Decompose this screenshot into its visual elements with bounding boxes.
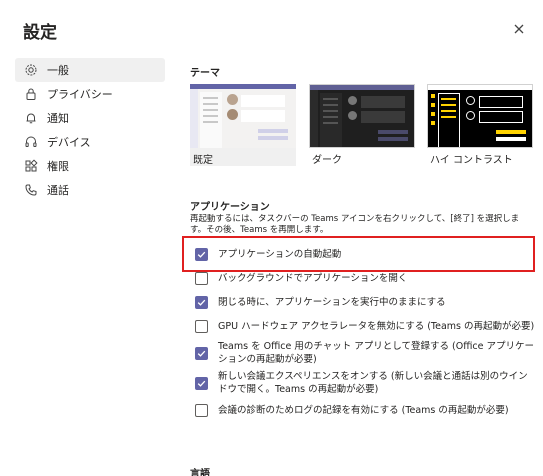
application-heading: アプリケーション: [190, 202, 270, 213]
sidebar-item-calls[interactable]: 通話: [15, 178, 165, 202]
sidebar-item-permissions[interactable]: 権限: [15, 154, 165, 178]
theme-preview-default: [190, 84, 296, 148]
checkbox-unchecked[interactable]: [195, 404, 208, 417]
checkbox-unchecked[interactable]: [195, 320, 208, 333]
theme-label-high-contrast: ハイ コントラスト: [430, 155, 513, 166]
option-register-chat-app[interactable]: Teams を Office 用のチャット アプリとして登録する (Office…: [195, 340, 536, 366]
apps-icon: [23, 158, 39, 174]
sidebar-item-privacy[interactable]: プライバシー: [15, 82, 165, 106]
close-icon[interactable]: [512, 21, 526, 35]
theme-option-dark[interactable]: ダーク: [309, 84, 415, 166]
gear-icon: [23, 62, 39, 78]
sidebar-item-label: 通知: [47, 112, 69, 125]
checkbox-checked[interactable]: [195, 296, 208, 309]
checkbox-unchecked[interactable]: [195, 272, 208, 285]
theme-option-high-contrast[interactable]: ハイ コントラスト: [427, 84, 533, 166]
dialog-title: 設定: [23, 23, 57, 43]
theme-preview-high-contrast: [427, 84, 533, 148]
headset-icon: [23, 134, 39, 150]
sidebar-item-label: 通話: [47, 184, 69, 197]
sidebar-item-label: 権限: [47, 160, 69, 173]
sidebar-item-general[interactable]: 一般: [15, 58, 165, 82]
settings-sidebar: 一般 プライバシー 通知 デバイス 権限 通話: [15, 58, 165, 202]
language-heading: 言語: [190, 469, 210, 476]
highlight-box: [182, 236, 535, 272]
theme-label-default: 既定: [193, 155, 213, 166]
checkbox-checked[interactable]: [195, 347, 208, 360]
theme-option-default[interactable]: 既定: [190, 84, 296, 166]
sidebar-item-label: デバイス: [47, 136, 91, 149]
theme-preview-dark: [309, 84, 415, 148]
sidebar-item-notifications[interactable]: 通知: [15, 106, 165, 130]
option-disable-gpu-acceleration[interactable]: GPU ハードウェア アクセラレータを無効にする (Teams の再起動が必要): [195, 320, 536, 333]
sidebar-item-label: 一般: [47, 64, 69, 77]
phone-icon: [23, 182, 39, 198]
lock-icon: [23, 86, 39, 102]
theme-heading: テーマ: [190, 68, 220, 79]
sidebar-item-devices[interactable]: デバイス: [15, 130, 165, 154]
sidebar-item-label: プライバシー: [47, 88, 113, 101]
option-new-meeting-experience[interactable]: 新しい会議エクスペリエンスをオンする (新しい会議と通話は別のウインドウで開く。…: [195, 370, 536, 396]
checkbox-checked[interactable]: [195, 377, 208, 390]
option-meeting-diagnostic-logging[interactable]: 会議の診断のためログの記録を有効にする (Teams の再起動が必要): [195, 404, 536, 417]
restart-description: 再起動するには、タスクバーの Teams アイコンを右クリックして、[終了] を…: [190, 214, 520, 233]
option-keep-running-on-close[interactable]: 閉じる時に、アプリケーションを実行中のままにする: [195, 296, 536, 309]
theme-label-dark: ダーク: [312, 155, 342, 166]
bell-icon: [23, 110, 39, 126]
option-open-in-background[interactable]: バックグラウンドでアプリケーションを開く: [195, 272, 536, 285]
